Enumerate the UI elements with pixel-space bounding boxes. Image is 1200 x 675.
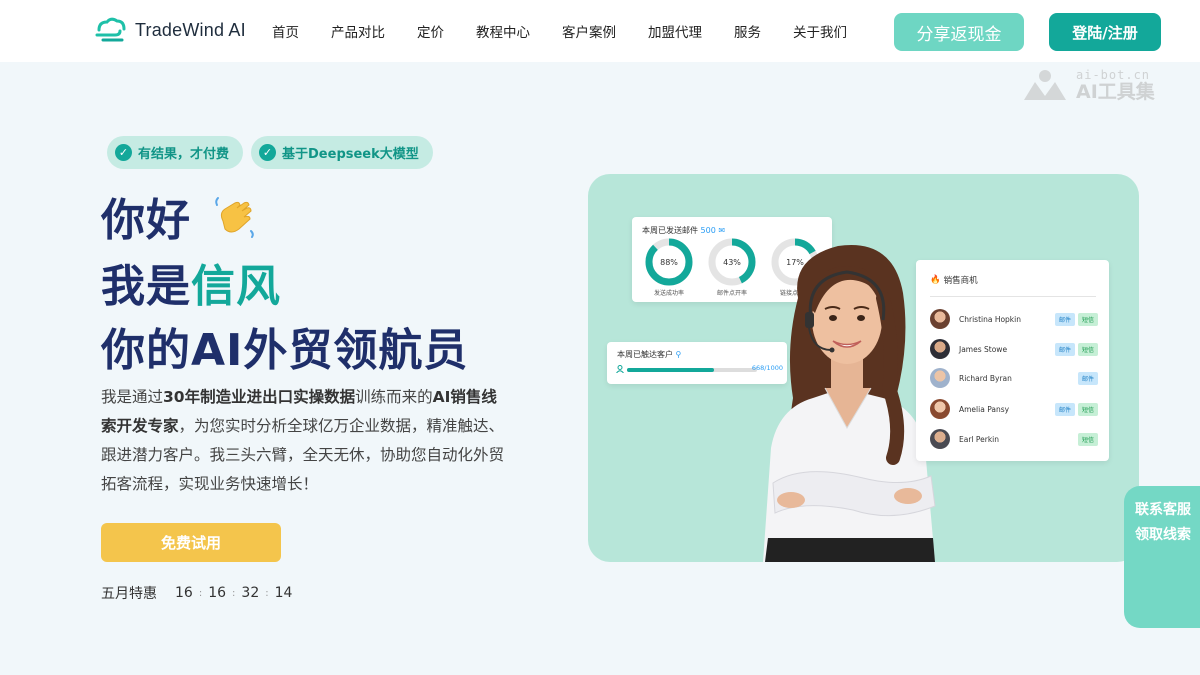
- countdown-separator: :: [265, 587, 269, 599]
- countdown-separator: :: [198, 587, 203, 599]
- divider: [930, 296, 1096, 297]
- promo-countdown: 五月特惠 16 : 16 : 32 : 14: [101, 583, 294, 603]
- hero-description: 我是通过30年制造业进出口实操数据训练而来的AI销售线索开发专家，为您实时分析全…: [101, 383, 509, 499]
- avatar: [930, 339, 950, 359]
- nav-home[interactable]: 首页: [272, 21, 299, 41]
- nav-about[interactable]: 关于我们: [793, 21, 847, 41]
- check-circle-icon: ✓: [115, 144, 132, 161]
- countdown-separator: :: [232, 587, 236, 599]
- free-trial-button[interactable]: 免费试用: [101, 523, 281, 562]
- contact-support-tab[interactable]: 联系客服 领取线索: [1124, 486, 1200, 628]
- email-tag[interactable]: 邮件: [1077, 371, 1098, 385]
- ring-value: 88%: [660, 258, 678, 267]
- email-card-label: 本周已发送邮件: [642, 226, 698, 235]
- login-register-button[interactable]: 登陆/注册: [1049, 13, 1161, 51]
- avatar: [930, 309, 950, 329]
- sales-card-title: 🔥 销售商机: [930, 274, 978, 286]
- sms-tag[interactable]: 短信: [1077, 342, 1098, 356]
- reach-card-title: 本周已触达客户 ⚲: [617, 349, 681, 360]
- lead-name: Richard Byran: [959, 373, 1012, 383]
- share-cashback-button[interactable]: 分享返现金: [894, 13, 1024, 51]
- avatar: [930, 368, 950, 388]
- badge-deepseek: ✓ 基于Deepseek大模型: [251, 136, 433, 169]
- sales-card-label: 销售商机: [943, 276, 978, 286]
- countdown-seconds: 14: [274, 585, 293, 601]
- product-showcase: 本周已发送邮件 500 ✉ 88% 发送成功率 43% 邮件点开率 17% 链接…: [588, 174, 1139, 562]
- email-tag[interactable]: 邮件: [1054, 402, 1075, 416]
- hero-greeting: 你好: [101, 184, 259, 248]
- watermark-logo-icon: [1024, 70, 1066, 100]
- watermark: ai-bot.cn AI工具集: [1022, 68, 1155, 102]
- reach-progress-bar: [627, 368, 757, 372]
- nav-pricing[interactable]: 定价: [417, 21, 444, 41]
- hero-brand-name: 信风: [191, 261, 281, 312]
- watermark-title: AI工具集: [1076, 80, 1155, 103]
- user-icon: [616, 365, 624, 373]
- lead-row[interactable]: Earl Perkin 短信: [930, 428, 1098, 450]
- sms-tag[interactable]: 短信: [1077, 402, 1098, 416]
- sms-tag[interactable]: 短信: [1077, 432, 1098, 446]
- email-card-title: 本周已发送邮件 500 ✉: [642, 225, 725, 236]
- feature-badges: ✓ 有结果，才付费 ✓ 基于Deepseek大模型: [107, 136, 433, 169]
- lead-name: Amelia Pansy: [959, 404, 1010, 414]
- lead-row[interactable]: Richard Byran 邮件: [930, 367, 1098, 389]
- top-header: TradeWind AI 首页 产品对比 定价 教程中心 客户案例 加盟代理 服…: [0, 0, 1200, 62]
- lead-row[interactable]: Amelia Pansy 邮件 短信: [930, 398, 1098, 420]
- brand-name: TradeWind AI: [135, 19, 246, 40]
- lead-row[interactable]: James Stowe 邮件 短信: [930, 338, 1098, 360]
- nav-cases[interactable]: 客户案例: [562, 21, 616, 41]
- ring-value: 43%: [723, 258, 741, 267]
- lead-name: Christina Hopkin: [959, 314, 1021, 324]
- hero-tagline: 你的AI外贸领航员: [101, 325, 469, 376]
- reach-card-label: 本周已触达客户: [617, 350, 673, 359]
- cloud-wind-icon: [95, 17, 126, 42]
- email-tag[interactable]: 邮件: [1054, 342, 1075, 356]
- countdown-hours: 16: [208, 585, 227, 601]
- lead-row[interactable]: Christina Hopkin 邮件 短信: [930, 308, 1098, 330]
- badge-pay-for-results: ✓ 有结果，才付费: [107, 136, 244, 169]
- check-circle-icon: ✓: [259, 144, 277, 161]
- lead-name: Earl Perkin: [959, 434, 1000, 444]
- hero-greeting-text: 你好: [101, 195, 191, 246]
- email-tag[interactable]: 邮件: [1054, 312, 1075, 326]
- mail-icon: ✉: [718, 226, 726, 235]
- sms-tag[interactable]: 短信: [1077, 312, 1098, 326]
- hero-intro: 我是信风: [101, 250, 281, 314]
- desc-text: 我是通过: [101, 388, 164, 406]
- waving-hand-icon: [215, 197, 254, 238]
- ring-stat: 88% 发送成功率: [644, 237, 694, 297]
- brand-logo[interactable]: TradeWind AI: [95, 16, 246, 44]
- sales-opportunities-card: 🔥 销售商机 Christina Hopkin 邮件 短信 James Stow…: [916, 260, 1109, 461]
- desc-highlight: 30年制造业进出口实操数据: [163, 388, 356, 406]
- countdown-days: 16: [175, 585, 193, 601]
- promo-label: 五月特惠: [101, 586, 157, 602]
- countdown-minutes: 32: [241, 585, 260, 601]
- badge-label: 有结果，才付费: [138, 147, 230, 162]
- lead-name: James Stowe: [959, 344, 1008, 354]
- get-leads-label: 领取线索: [1135, 527, 1191, 543]
- nav-franchise[interactable]: 加盟代理: [648, 21, 702, 41]
- nav-services[interactable]: 服务: [734, 21, 761, 41]
- main-nav: 首页 产品对比 定价 教程中心 客户案例 加盟代理 服务 关于我们: [272, 0, 879, 62]
- link-icon: ⚲: [675, 350, 682, 359]
- ring-label: 发送成功率: [653, 290, 684, 297]
- donut-ring: 88%: [645, 238, 693, 286]
- watermark-domain: ai-bot.cn: [1076, 67, 1151, 82]
- badge-label: 基于Deepseek大模型: [282, 147, 419, 162]
- email-count: 500: [700, 226, 716, 235]
- nav-tutorials[interactable]: 教程中心: [476, 21, 530, 41]
- reach-progress-fill: [627, 368, 714, 372]
- avatar: [930, 399, 950, 419]
- nav-compare[interactable]: 产品对比: [331, 21, 385, 41]
- avatar: [930, 429, 950, 449]
- flame-icon: 🔥: [930, 275, 941, 285]
- hero-intro-prefix: 我是: [101, 261, 191, 312]
- desc-text: 训练而来的: [355, 388, 433, 406]
- contact-support-label: 联系客服: [1135, 502, 1191, 518]
